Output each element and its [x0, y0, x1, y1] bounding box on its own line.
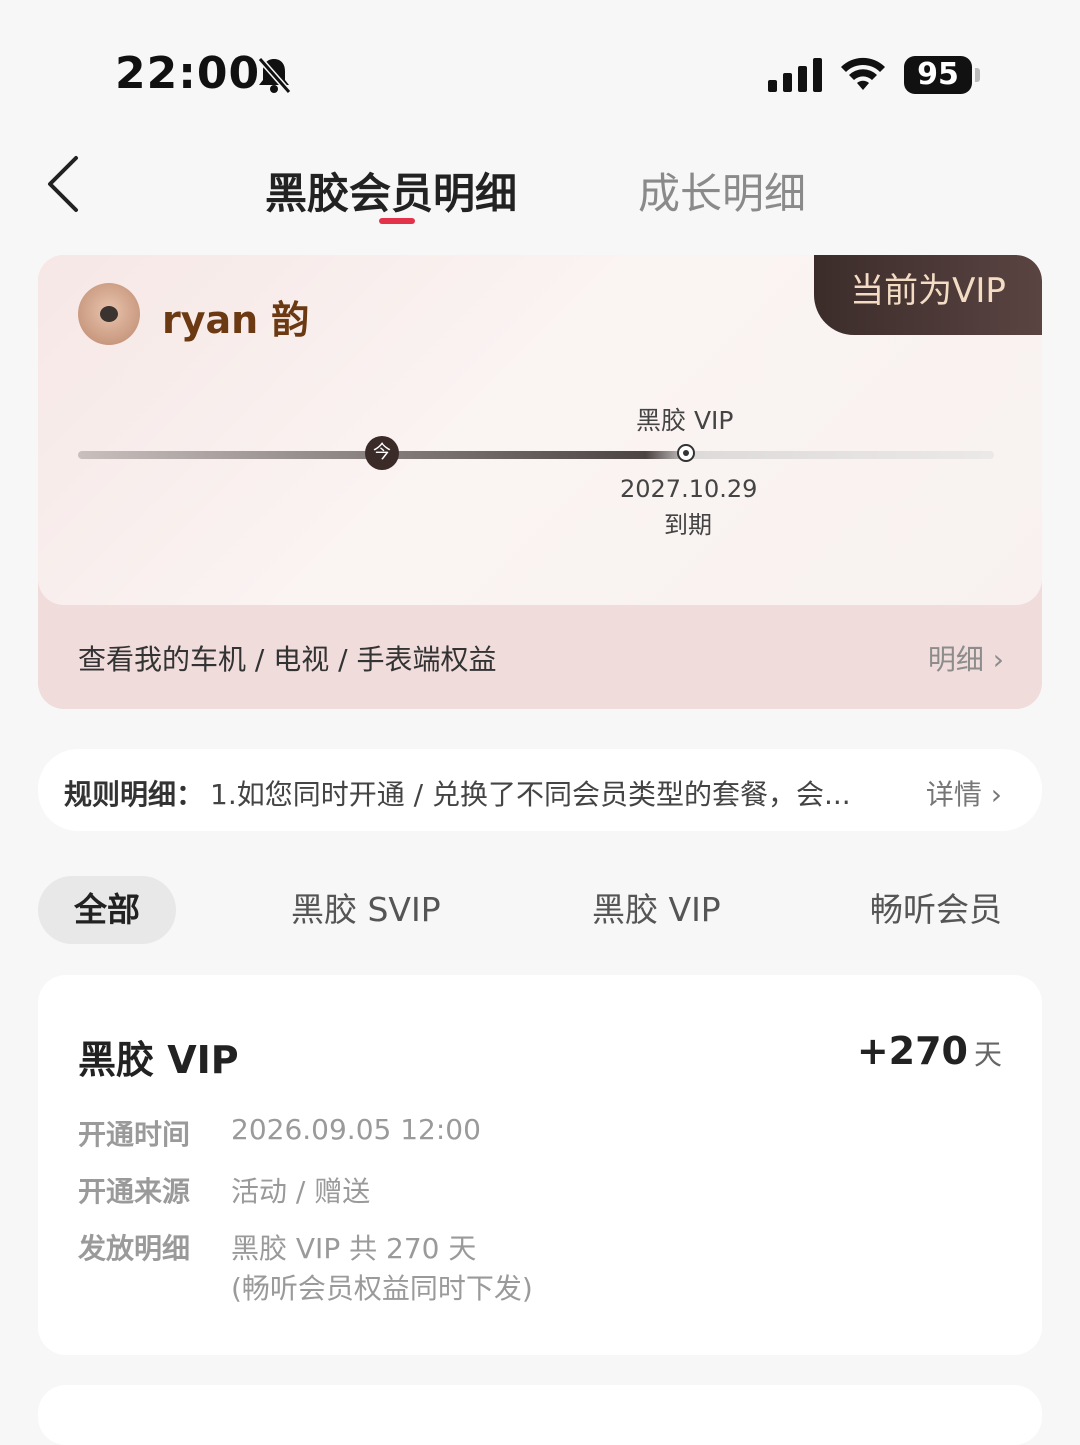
rules-detail-button[interactable]: 详情 ›: [926, 773, 1002, 813]
expiry-marker: [677, 444, 695, 462]
detail-button[interactable]: 明细 ›: [928, 638, 1004, 678]
tab-growth-detail[interactable]: 成长明细: [638, 160, 806, 221]
expiry-date: 2027.10.29: [620, 475, 758, 503]
rules-text: 1.如您同时开通 / 兑换了不同会员类型的套餐，会...: [210, 778, 851, 811]
open-source-value: 活动 / 赠送: [231, 1175, 371, 1208]
issue-detail-note: (畅听会员权益同时下发): [231, 1272, 533, 1305]
rules-detail-label: 详情: [925, 778, 982, 811]
filter-all[interactable]: 全部: [38, 876, 176, 944]
rules-bar[interactable]: 规则明细： 1.如您同时开通 / 兑换了不同会员类型的套餐，会... 详情 ›: [38, 749, 1042, 831]
record-days-unit: 天: [973, 1038, 1002, 1071]
signal-icon: [768, 58, 822, 92]
wifi-icon: [841, 57, 885, 90]
avatar[interactable]: [78, 283, 140, 345]
membership-timeline-track: [78, 451, 994, 459]
issue-detail-value: 黑胶 VIP 共 270 天: [231, 1232, 477, 1265]
today-marker: 今: [365, 436, 399, 470]
timeline-vip-label: 黑胶 VIP: [636, 406, 734, 435]
open-time-value: 2026.09.05 12:00: [231, 1113, 481, 1146]
next-record-card: [38, 1385, 1042, 1445]
membership-record-card: 黑胶 VIP +270 天 开通时间 2026.09.05 12:00 开通来源 …: [38, 975, 1042, 1355]
battery-icon: 95: [904, 56, 972, 94]
status-bar: 22:00 95: [0, 0, 1080, 150]
record-days: +270 天: [857, 1029, 1002, 1073]
status-time: 22:00: [115, 48, 261, 99]
record-days-value: +270: [856, 1029, 968, 1073]
avatar-face: [100, 306, 118, 322]
rules-title: 规则明细：: [64, 778, 205, 811]
device-rights-link[interactable]: 查看我的车机 / 电视 / 手表端权益: [78, 638, 496, 678]
back-arrow-icon[interactable]: [44, 154, 84, 214]
open-time-label: 开通时间: [78, 1118, 191, 1151]
filter-svip[interactable]: 黑胶 SVIP: [291, 876, 441, 944]
detail-label: 明细: [927, 643, 984, 676]
active-tab-indicator: [379, 218, 415, 224]
expiry-text: 到期: [664, 511, 712, 539]
member-card: 当前为VIP ryan 韵 黑胶 VIP 今 2027.10.29 到期 查看我…: [38, 255, 1042, 709]
bell-slash-icon: [257, 57, 292, 94]
record-title: 黑胶 VIP: [78, 1038, 239, 1082]
chevron-right-icon: ›: [983, 643, 1004, 676]
filter-vip[interactable]: 黑胶 VIP: [592, 876, 721, 944]
open-source-label: 开通来源: [78, 1175, 191, 1208]
tab-vinyl-member-detail[interactable]: 黑胶会员明细: [265, 160, 517, 221]
filter-listen-member[interactable]: 畅听会员: [870, 876, 1002, 944]
chevron-right-icon: ›: [981, 778, 1002, 811]
battery-nub: [975, 68, 980, 82]
issue-detail-label: 发放明细: [78, 1232, 191, 1265]
member-card-top: 当前为VIP ryan 韵 黑胶 VIP 今 2027.10.29 到期: [38, 255, 1042, 605]
username: ryan 韵: [162, 298, 310, 342]
current-vip-tag: 当前为VIP: [814, 255, 1042, 335]
